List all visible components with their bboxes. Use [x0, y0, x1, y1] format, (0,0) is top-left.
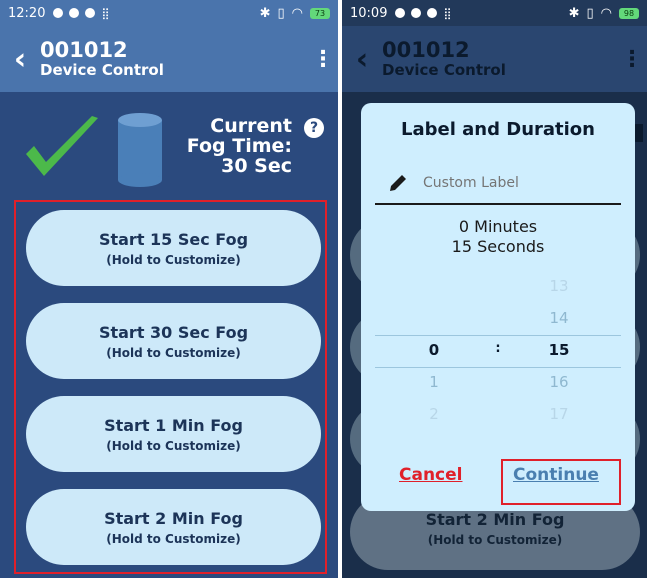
notification-dot-icon [395, 8, 406, 18]
start-1-min-fog-button[interactable]: Start 1 Min Fog (Hold to Customize) [26, 396, 321, 472]
system-icons: ✱ ▯ ◠ 73 [260, 6, 330, 21]
label-duration-dialog: Label and Duration 0 Minutes 15 Seconds … [361, 103, 635, 511]
bluetooth-icon: ✱ [568, 5, 580, 21]
pencil-icon [390, 175, 406, 191]
fog-button-list: Start 15 Sec Fog (Hold to Customize) Sta… [14, 200, 327, 574]
app-bar: ‹ 001012 Device Control ⋮ [342, 26, 647, 92]
start-15-sec-fog-button[interactable]: Start 15 Sec Fog (Hold to Customize) [26, 210, 321, 286]
bluetooth-icon: ✱ [259, 5, 271, 21]
checkmark-icon [26, 116, 98, 176]
minutes-selected[interactable]: 0 [427, 341, 441, 359]
current-fog-time: Current Fog Time: 30 Sec [186, 115, 292, 177]
apps-grid-icon: ⣿ [101, 6, 109, 20]
status-time: 12:20 [8, 5, 46, 21]
seconds-option[interactable]: 17 [547, 405, 571, 423]
notification-icons: ⣿ [395, 6, 452, 20]
status-bar: 12:20 ⣿ ✱ ▯ ◠ 73 [0, 0, 338, 26]
dialog-title: Label and Duration [401, 119, 595, 140]
wifi-icon: ◠ [600, 5, 612, 21]
more-menu-button[interactable]: ⋮ [308, 47, 338, 72]
picker-separator: : [495, 341, 501, 356]
notification-dot-icon [69, 8, 80, 18]
help-icon[interactable]: ? [304, 118, 324, 138]
app-bar: ‹ 001012 Device Control ⋮ [0, 26, 338, 92]
system-icons: ✱ ▯ ◠ 98 [569, 6, 639, 21]
wifi-icon: ◠ [291, 5, 303, 21]
notification-dot-icon [427, 8, 438, 18]
notification-dot-icon [85, 8, 96, 18]
screen-title: Device Control [40, 61, 164, 79]
notification-dot-icon [53, 8, 64, 18]
duration-minutes-text: 0 Minutes [458, 217, 538, 236]
battery-icon: 98 [619, 7, 639, 19]
seconds-option[interactable]: 13 [547, 277, 571, 295]
continue-button[interactable]: Continue [513, 465, 599, 485]
start-2-min-fog-button[interactable]: Start 2 Min Fog (Hold to Customize) [26, 489, 321, 565]
apps-grid-icon: ⣿ [443, 6, 451, 20]
cancel-button[interactable]: Cancel [399, 465, 462, 485]
start-30-sec-fog-button[interactable]: Start 30 Sec Fog (Hold to Customize) [26, 303, 321, 379]
duration-picker[interactable]: 13 14 0 : 15 1 16 2 17 [361, 275, 635, 425]
label-duration-screen: 10:09 ⣿ ✱ ▯ ◠ 98 ‹ 001012 Device Control… [342, 0, 647, 578]
custom-label-input[interactable] [423, 175, 603, 191]
duration-seconds-text: 15 Seconds [451, 237, 545, 256]
custom-label-row[interactable] [375, 163, 621, 205]
status-time: 10:09 [350, 5, 388, 21]
back-button[interactable]: ‹ [342, 42, 382, 77]
fog-status-panel: Current Fog Time: 30 Sec ? [0, 92, 338, 196]
seconds-selected[interactable]: 15 [547, 341, 571, 359]
minutes-option[interactable]: 1 [427, 373, 441, 391]
vibrate-icon: ▯ [586, 5, 594, 21]
screen-title: Device Control [382, 61, 506, 79]
device-control-screen: 12:20 ⣿ ✱ ▯ ◠ 73 ‹ 001012 Device Control… [0, 0, 338, 578]
more-menu-button[interactable]: ⋮ [617, 47, 647, 72]
vibrate-icon: ▯ [277, 5, 285, 21]
notification-dot-icon [411, 8, 422, 18]
fog-tank-icon [118, 113, 162, 187]
notification-icons: ⣿ [53, 6, 110, 20]
device-id: 001012 [40, 38, 128, 62]
seconds-option[interactable]: 14 [547, 309, 571, 327]
device-id: 001012 [382, 38, 470, 62]
minutes-option[interactable]: 2 [427, 405, 441, 423]
back-button[interactable]: ‹ [0, 42, 40, 77]
battery-icon: 73 [310, 7, 330, 19]
status-bar: 10:09 ⣿ ✱ ▯ ◠ 98 [342, 0, 647, 26]
seconds-option[interactable]: 16 [547, 373, 571, 391]
